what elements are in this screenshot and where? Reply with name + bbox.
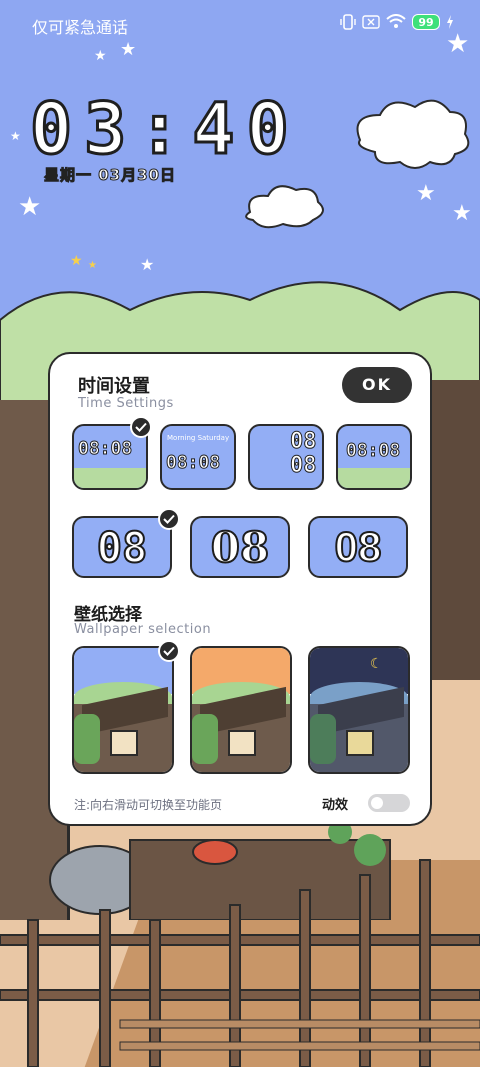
animation-label: 动效 (322, 798, 349, 813)
svg-text:★: ★ (18, 192, 41, 222)
charging-bolt-icon (447, 15, 453, 29)
wallpaper-preview-window (110, 730, 138, 756)
widget-settings-card: 时间设置 Time Settings OK 08:08 Morning Satu… (48, 352, 432, 826)
wallpaper-option-night[interactable]: ☾ (308, 646, 410, 774)
clock-style-preview-ground (74, 468, 146, 488)
moon-icon: ☾ (370, 656, 383, 672)
status-bar: 仅可紧急通话 99 (0, 0, 480, 48)
lockscreen-date: 星期一 03月30日 (44, 166, 176, 185)
check-icon (130, 416, 152, 438)
svg-text:★: ★ (88, 260, 97, 271)
wallpaper-preview-plants (310, 714, 336, 764)
wifi-icon (386, 14, 406, 28)
digit-style-option-3[interactable]: 08 (308, 516, 408, 578)
wallpaper-fence (0, 859, 480, 1067)
wallpaper-option-sunset[interactable] (190, 646, 292, 774)
clock-style-preview-time: 08:08 (345, 440, 401, 462)
check-icon (158, 640, 180, 662)
wallpaper-option-day[interactable] (72, 646, 174, 774)
digit-style-preview: 08 (334, 522, 383, 571)
wallpaper-preview-window (346, 730, 374, 756)
ok-button[interactable]: OK (342, 367, 412, 403)
toggle-knob (371, 797, 383, 809)
digit-style-preview: 08 (96, 522, 149, 573)
wallpaper-preview-plants (74, 714, 100, 764)
clock-style-option-4[interactable]: 08:08 (336, 424, 412, 490)
svg-text:★: ★ (10, 129, 21, 143)
swipe-hint: 注:向右滑动可切换至功能页 (74, 798, 223, 812)
digit-style-preview: 08 (210, 522, 270, 573)
status-icons: 99 (340, 14, 454, 30)
battery-icon: 99 (412, 14, 440, 30)
clock-style-preview-ground (338, 468, 410, 488)
svg-text:★: ★ (140, 255, 154, 274)
clock-style-preview-time: 08 08 (290, 429, 318, 478)
clock-style-preview-time: 08:08 (77, 438, 133, 460)
digit-style-row: 08 08 08 (72, 508, 412, 580)
svg-text:★: ★ (416, 181, 436, 206)
check-icon (158, 508, 180, 530)
vibrate-icon (340, 14, 356, 30)
digit-style-option-1[interactable]: 08 (72, 516, 172, 578)
carrier-text: 仅可紧急通话 (32, 18, 129, 37)
svg-text:★: ★ (94, 48, 107, 64)
time-settings-subtitle: Time Settings (78, 396, 174, 411)
sim-x-icon (362, 15, 380, 29)
digit-style-option-2[interactable]: 08 (190, 516, 290, 578)
wallpaper-section-subtitle: Wallpaper selection (74, 622, 212, 637)
clock-style-row: 08:08 Morning Saturday 08:08 08 08 08:08 (72, 416, 412, 490)
lockscreen-clock: 03:40 (29, 87, 301, 172)
animation-toggle[interactable] (368, 794, 410, 812)
clock-style-option-2[interactable]: Morning Saturday 08:08 (160, 424, 236, 490)
clock-style-preview-sub: Morning Saturday (167, 434, 230, 442)
time-settings-title: 时间设置 (78, 376, 150, 397)
wallpaper-preview-window (228, 730, 256, 756)
wallpaper-preview-plants (192, 714, 218, 764)
svg-text:★: ★ (70, 253, 83, 269)
svg-text:★: ★ (452, 201, 472, 226)
wallpaper-row: ☾ (72, 640, 412, 776)
clock-style-option-3[interactable]: 08 08 (248, 424, 324, 490)
clock-style-preview-time: 08:08 (165, 452, 221, 474)
